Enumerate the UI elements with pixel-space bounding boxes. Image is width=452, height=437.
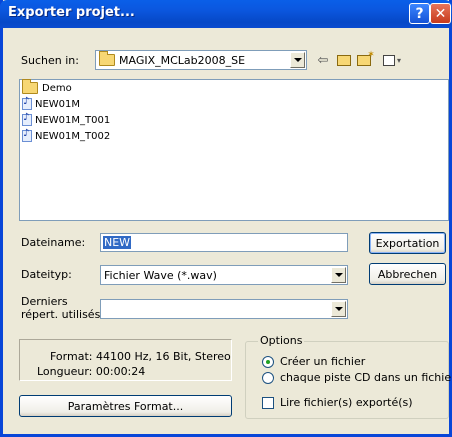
audio-file-icon — [22, 96, 32, 110]
filetype-value: Fichier Wave (*.wav) — [104, 268, 217, 282]
format-params-button-label: Paramètres Format... — [67, 399, 184, 413]
audio-file-icon — [22, 112, 32, 126]
filetype-label: Dateityp: — [21, 268, 72, 281]
radio-per-track-label[interactable]: chaque piste CD dans un fichier — [280, 371, 452, 384]
play-exported-checkbox[interactable] — [262, 397, 274, 409]
recent-label-line2: répert. utilisés: — [21, 308, 105, 321]
format-params-button[interactable]: Paramètres Format... — [19, 395, 232, 417]
new-folder-icon[interactable]: ✶ — [357, 50, 375, 68]
radio-single-file-label[interactable]: Créer un fichier — [280, 355, 365, 368]
length-info: Longueur: 00:00:24 — [37, 365, 146, 378]
chevron-down-icon[interactable] — [331, 267, 346, 283]
back-arrow-icon[interactable]: ⇦ — [316, 52, 330, 68]
filetype-select[interactable]: Fichier Wave (*.wav) — [100, 265, 348, 285]
cancel-button-label: Abbrechen — [377, 267, 438, 281]
cancel-button[interactable]: Abbrechen — [369, 263, 446, 285]
format-info-panel: Format: 44100 Hz, 16 Bit, Stereo Longueu… — [19, 339, 232, 381]
export-button-label: Exportation — [375, 236, 440, 250]
list-item-label: NEW01M_T002 — [35, 130, 111, 142]
options-title: Options — [258, 334, 305, 347]
chevron-down-icon[interactable] — [331, 301, 346, 317]
look-in-label: Suchen in: — [21, 54, 79, 67]
chevron-down-icon[interactable] — [290, 52, 305, 68]
title-bar[interactable]: Exporter projet... ? ✕ — [0, 0, 452, 28]
list-item-label: NEW01M_T001 — [35, 114, 111, 126]
play-exported-label[interactable]: Lire fichier(s) exporté(s) — [280, 396, 413, 409]
look-in-value: MAGIX_MCLab2008_SE — [119, 53, 246, 67]
close-button[interactable]: ✕ — [430, 3, 451, 24]
close-icon: ✕ — [434, 5, 447, 22]
window-title: Exporter projet... — [8, 5, 135, 20]
export-dialog: Exporter projet... ? ✕ Suchen in: MAGIX_… — [0, 0, 452, 437]
list-item-label: Demo — [42, 82, 72, 94]
recent-label-line1: Derniers — [21, 295, 68, 308]
list-item[interactable]: NEW01M_T001 — [20, 112, 448, 128]
file-list[interactable]: Demo NEW01M NEW01M_T001 NEW01M_T002 — [19, 79, 449, 221]
export-button[interactable]: Exportation — [369, 232, 446, 254]
folder-icon — [99, 51, 115, 66]
format-info: Format: 44100 Hz, 16 Bit, Stereo — [50, 350, 231, 363]
folder-icon — [22, 79, 38, 94]
list-item-label: NEW01M — [35, 98, 81, 110]
filename-label: Dateiname: — [21, 236, 86, 249]
audio-file-icon — [22, 128, 32, 142]
look-in-combo[interactable]: MAGIX_MCLab2008_SE — [95, 50, 307, 70]
radio-per-track[interactable] — [262, 372, 274, 384]
up-folder-icon[interactable] — [336, 52, 352, 68]
filename-value: NEW — [103, 236, 132, 249]
recent-folders-select[interactable] — [100, 299, 348, 319]
list-item-folder[interactable]: Demo — [20, 79, 448, 96]
list-item[interactable]: NEW01M_T002 — [20, 128, 448, 144]
view-menu-icon[interactable]: ▾ — [380, 52, 404, 68]
radio-single-file[interactable] — [262, 356, 274, 368]
help-button[interactable]: ? — [409, 3, 430, 24]
list-item[interactable]: NEW01M — [20, 96, 448, 112]
help-icon: ? — [415, 5, 424, 22]
options-group: Options Créer un fichier chaque piste CD… — [245, 334, 452, 419]
filename-input[interactable]: NEW — [100, 233, 348, 252]
